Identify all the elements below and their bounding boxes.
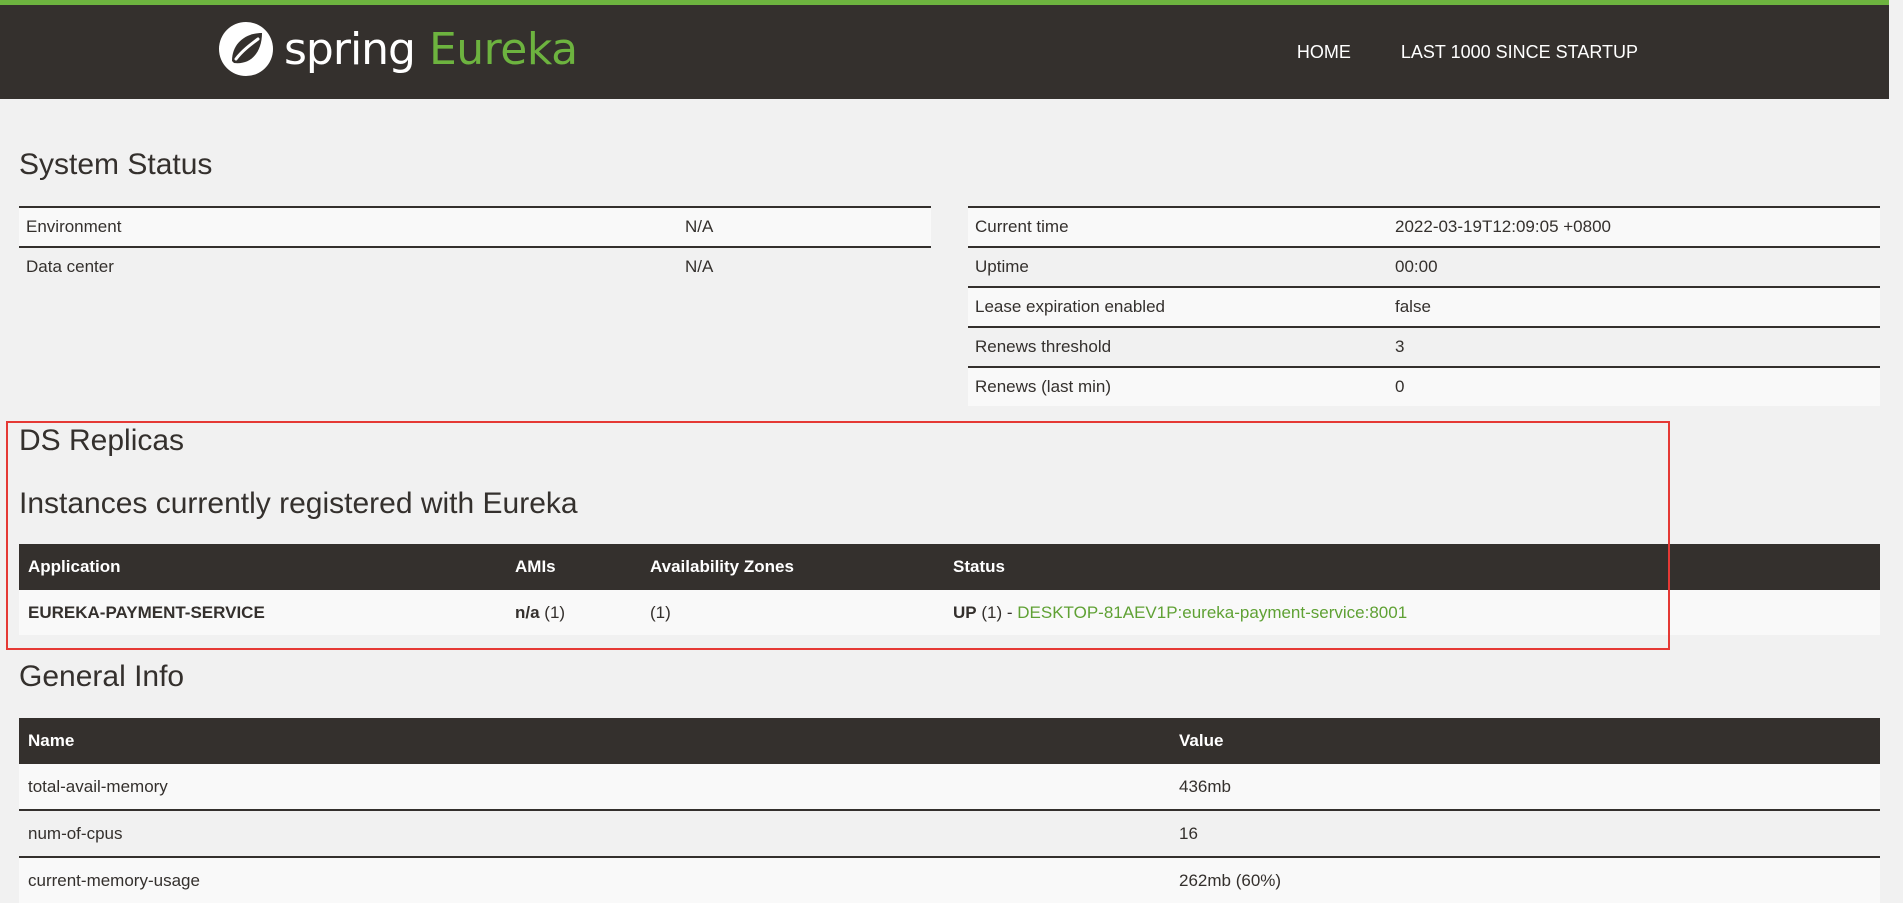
nav-links: HOME LAST 1000 SINCE STARTUP: [1247, 5, 1638, 99]
status-value: 0: [1388, 366, 1880, 406]
info-value: 436mb: [1170, 764, 1880, 810]
amis-count: (1): [539, 602, 566, 622]
system-status-title: System Status: [19, 148, 213, 181]
status-value: N/A: [678, 246, 931, 286]
instances-table: Application AMIs Availability Zones Stat…: [19, 544, 1880, 635]
status-row: Data center N/A: [19, 246, 931, 286]
status-value: false: [1388, 286, 1880, 327]
col-header-zones: Availability Zones: [641, 544, 944, 590]
status-label: Renews (last min): [968, 366, 1388, 406]
status-cell: UP (1) - DESKTOP-81AEV1P:eureka-payment-…: [944, 590, 1880, 635]
instances-title: Instances currently registered with Eure…: [19, 487, 578, 520]
system-status-left-table: Environment N/A Data center N/A: [19, 206, 931, 286]
info-name: num-of-cpus: [19, 809, 1170, 857]
nav-last1000-link[interactable]: LAST 1000 SINCE STARTUP: [1401, 42, 1638, 63]
status-row: Renews threshold 3: [968, 326, 1880, 367]
status-label: Lease expiration enabled: [968, 286, 1388, 327]
brand-logo[interactable]: spring Eureka: [218, 17, 578, 81]
col-header-application: Application: [19, 544, 506, 590]
col-header-amis: AMIs: [506, 544, 641, 590]
instances-header-row: Application AMIs Availability Zones Stat…: [19, 544, 1880, 590]
vertical-scrollbar[interactable]: [1889, 0, 1903, 902]
status-row: Lease expiration enabled false: [968, 286, 1880, 327]
nav-home-link[interactable]: HOME: [1297, 42, 1351, 63]
status-row: Renews (last min) 0: [968, 366, 1880, 406]
status-value: 2022-03-19T12:09:05 +0800: [1388, 206, 1880, 247]
status-up: UP: [953, 602, 977, 622]
status-value: 3: [1388, 326, 1880, 367]
status-value: N/A: [678, 206, 931, 247]
col-header-name: Name: [19, 718, 1170, 764]
col-header-value: Value: [1170, 718, 1880, 764]
status-label: Data center: [19, 246, 678, 286]
table-row: EUREKA-PAYMENT-SERVICE n/a (1) (1) UP (1…: [19, 590, 1880, 635]
brand-spring-text: spring: [284, 23, 416, 75]
table-row: num-of-cpus 16: [19, 809, 1880, 857]
brand-eureka-text: Eureka: [428, 23, 578, 75]
status-label: Current time: [968, 206, 1388, 247]
status-label: Environment: [19, 206, 678, 247]
spring-leaf-icon: [219, 22, 273, 76]
amis-cell: n/a (1): [506, 590, 641, 635]
amis-value: n/a: [515, 602, 540, 622]
status-value: 00:00: [1388, 246, 1880, 287]
table-row: current-memory-usage 262mb (60%): [19, 856, 1880, 903]
info-value: 16: [1170, 809, 1880, 857]
status-count: (1) -: [976, 602, 1018, 622]
info-name: current-memory-usage: [19, 856, 1170, 903]
table-row: total-avail-memory 436mb: [19, 764, 1880, 810]
status-label: Uptime: [968, 246, 1388, 287]
status-row: Environment N/A: [19, 206, 931, 247]
system-status-right-table: Current time 2022-03-19T12:09:05 +0800 U…: [968, 206, 1880, 406]
general-info-table: Name Value total-avail-memory 436mb num-…: [19, 718, 1880, 903]
status-row: Uptime 00:00: [968, 246, 1880, 287]
general-info-title: General Info: [19, 660, 185, 693]
zones-cell: (1): [641, 590, 944, 635]
ds-replicas-title: DS Replicas: [19, 424, 185, 457]
info-name: total-avail-memory: [19, 764, 1170, 810]
navbar: spring Eureka HOME LAST 1000 SINCE START…: [0, 5, 1903, 99]
instance-link[interactable]: DESKTOP-81AEV1P:eureka-payment-service:8…: [1017, 603, 1407, 622]
application-name: EUREKA-PAYMENT-SERVICE: [19, 590, 506, 635]
general-header-row: Name Value: [19, 718, 1880, 764]
status-label: Renews threshold: [968, 326, 1388, 367]
info-value: 262mb (60%): [1170, 856, 1880, 903]
col-header-status: Status: [944, 544, 1880, 590]
status-row: Current time 2022-03-19T12:09:05 +0800: [968, 206, 1880, 247]
